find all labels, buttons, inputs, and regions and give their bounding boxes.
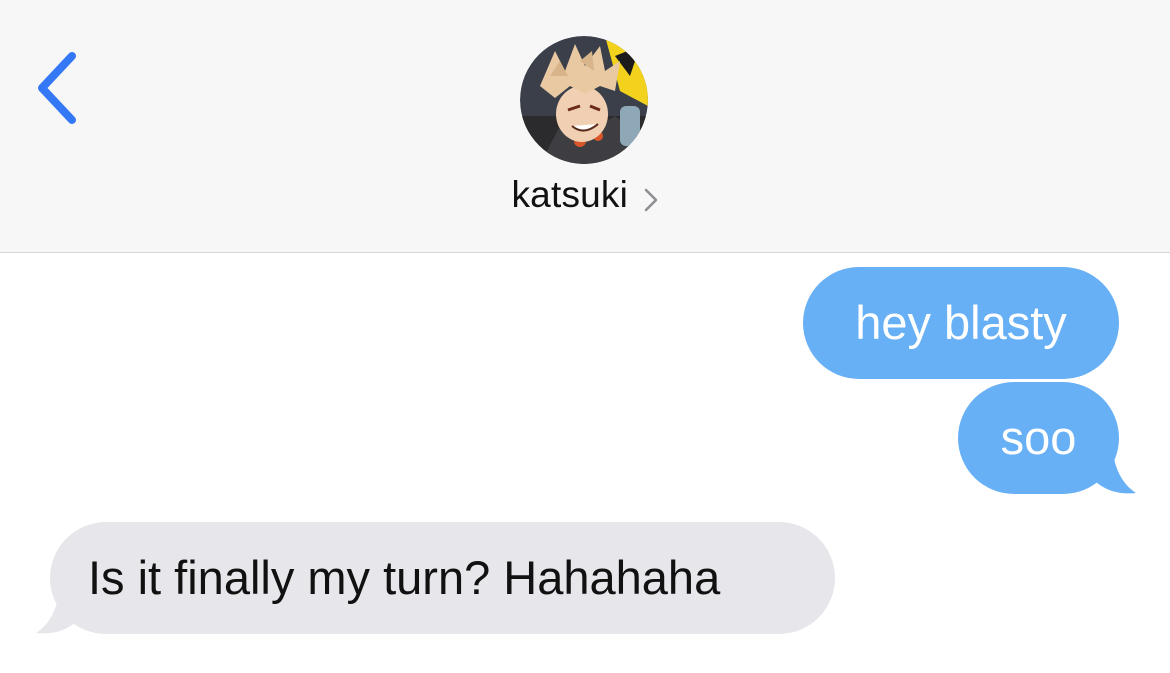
avatar-image [520,36,648,164]
chevron-left-icon [38,52,76,124]
message-text: Is it finally my turn? Hahahaha [88,551,721,604]
contact-name-button[interactable]: katsuki [0,174,1170,216]
message-bubble-received[interactable]: Is it finally my turn? Hahahaha [50,522,835,634]
conversation-header: katsuki [0,0,1170,253]
avatar[interactable] [520,36,648,164]
contact-name: katsuki [511,174,629,215]
messages-screen: katsuki hey blasty soo Is it finally my … [0,0,1170,673]
back-button[interactable] [30,48,90,128]
message-text: hey blasty [855,296,1067,349]
bubble-tail [1090,446,1136,494]
message-bubble-sent[interactable]: hey blasty [803,267,1119,379]
chevron-right-icon [644,188,657,212]
bubble-tail [36,586,82,634]
message-list: hey blasty soo Is it finally my turn? Ha… [0,253,1170,673]
message-text: soo [1000,411,1077,464]
